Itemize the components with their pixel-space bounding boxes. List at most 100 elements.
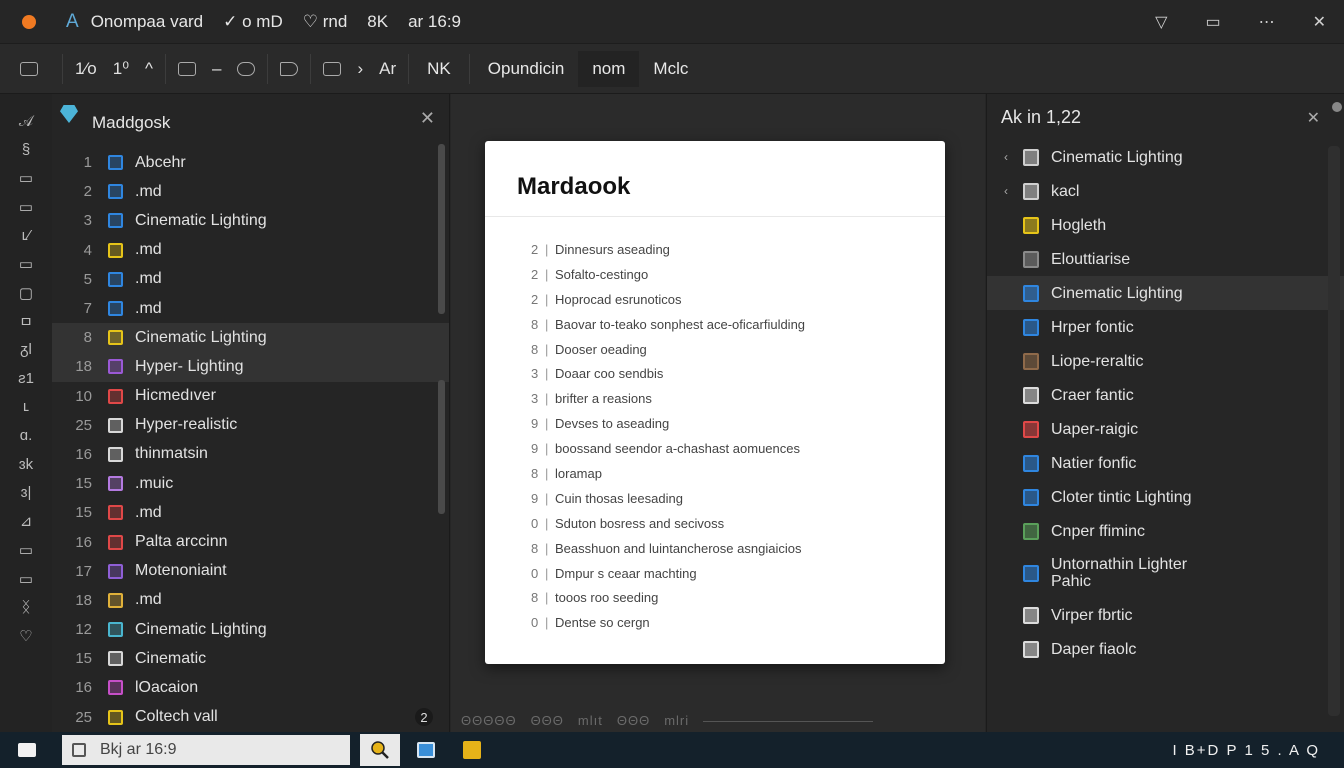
- heart-icon[interactable]: ♡: [14, 627, 38, 645]
- activity-icon[interactable]: 𝒜: [14, 112, 38, 130]
- sidebar-toggle-button[interactable]: [0, 44, 58, 94]
- file-row[interactable]: 15 .md: [52, 498, 449, 527]
- app-button[interactable]: [406, 734, 446, 766]
- shape-button[interactable]: [229, 44, 263, 94]
- outline-item[interactable]: Daper fiaolc: [987, 632, 1344, 666]
- dropdown-icon[interactable]: ▽: [1155, 12, 1167, 32]
- file-row[interactable]: 16 lOacaion: [52, 673, 449, 702]
- document-line[interactable]: 8 | Dooser oeading: [531, 337, 945, 362]
- document-page[interactable]: Mardaook 2 | Dinnesurs aseading 2 | Sofalto-c…: [485, 141, 945, 664]
- activity-icon[interactable]: ▢: [14, 284, 38, 302]
- redo-button[interactable]: 1⁰: [105, 44, 137, 94]
- start-icon[interactable]: [18, 743, 36, 757]
- close-icon[interactable]: ✕: [1313, 12, 1326, 32]
- scrollbar[interactable]: [1328, 146, 1340, 716]
- search-app-button[interactable]: [360, 734, 400, 766]
- file-row[interactable]: 16 thinmatsin: [52, 440, 449, 469]
- columns-button[interactable]: [315, 44, 349, 94]
- file-row[interactable]: 15 .muic: [52, 469, 449, 498]
- file-row[interactable]: 25 Coltech vall: [52, 703, 449, 732]
- outline-item[interactable]: Virper fbrtic: [987, 598, 1344, 632]
- outline-item[interactable]: Hogleth: [987, 208, 1344, 242]
- activity-icon[interactable]: ▭: [14, 541, 38, 559]
- file-row[interactable]: 4 .md: [52, 236, 449, 265]
- file-row[interactable]: 18 .md: [52, 586, 449, 615]
- file-row[interactable]: 17 Motenoniaint: [52, 557, 449, 586]
- outline-item[interactable]: Cloter tintic Lighting: [987, 480, 1344, 514]
- file-row[interactable]: 18 Hyper- Lighting: [52, 352, 449, 382]
- activity-icon[interactable]: ʟ⁄: [14, 226, 38, 244]
- document-line[interactable]: 2 | Hoprocad esrunoticos: [531, 287, 945, 312]
- activity-icon[interactable]: ᛝ: [14, 598, 38, 616]
- activity-icon[interactable]: ▭: [14, 255, 38, 273]
- outline-item[interactable]: Cnper ffiminc: [987, 514, 1344, 548]
- document-line[interactable]: 9 | Devses to aseading: [531, 411, 945, 436]
- file-row[interactable]: 1 Abcehr: [52, 148, 449, 177]
- file-row[interactable]: 8 Cinematic Lighting: [52, 323, 449, 353]
- activity-icon[interactable]: ᵹl: [14, 341, 38, 359]
- file-row[interactable]: 3 Cinematic Lighting: [52, 206, 449, 235]
- outline-item[interactable]: Cinematic Lighting: [987, 276, 1344, 310]
- tab-nk[interactable]: NK: [413, 51, 465, 87]
- activity-icon[interactable]: ▭: [14, 570, 38, 588]
- tab-mclc[interactable]: Mclc: [639, 51, 702, 87]
- outline-item[interactable]: Hrper fontic: [987, 310, 1344, 344]
- outline-item[interactable]: ‹ kacl: [987, 174, 1344, 208]
- activity-icon[interactable]: ▭: [14, 198, 38, 216]
- close-icon[interactable]: ✕: [1307, 108, 1320, 128]
- document-line[interactable]: 9 | Cuin thosas leesading: [531, 486, 945, 511]
- document-line[interactable]: 3 | Doaar coo sendbis: [531, 361, 945, 386]
- file-row[interactable]: 7 .md: [52, 294, 449, 323]
- document-line[interactable]: 2 | Dinnesurs aseading: [531, 237, 945, 262]
- app-button[interactable]: [452, 734, 492, 766]
- document-line[interactable]: 0 | Dentse so cergn: [531, 610, 945, 635]
- file-row[interactable]: 2 .md: [52, 177, 449, 206]
- activity-icon[interactable]: ƨ1: [14, 369, 38, 387]
- outline-item[interactable]: Natier fonfic: [987, 446, 1344, 480]
- outline-item[interactable]: Uaper-raigic: [987, 412, 1344, 446]
- frame-button[interactable]: [170, 44, 204, 94]
- outline-item[interactable]: Liope-reraltic: [987, 344, 1344, 378]
- more-icon[interactable]: ⋯: [1259, 12, 1275, 32]
- document-line[interactable]: 9 | boossand seendor a-chashast aomuences: [531, 436, 945, 461]
- maximize-icon[interactable]: ▭: [1205, 12, 1220, 32]
- scrollbar-thumb[interactable]: [438, 144, 445, 314]
- activity-icon[interactable]: ɜ|: [14, 484, 38, 502]
- document-line[interactable]: 0 | Dmpur s ceaar machting: [531, 561, 945, 586]
- tab-opundicin[interactable]: Opundicin: [474, 51, 579, 87]
- document-line[interactable]: 3 | brifter a reasions: [531, 386, 945, 411]
- activity-icon[interactable]: ▭: [14, 169, 38, 187]
- activity-icon[interactable]: ㅁ: [14, 312, 38, 331]
- outline-item[interactable]: Elouttiarise: [987, 242, 1344, 276]
- document-line[interactable]: 8 | Beasshuon and luintancherose asngiaici…: [531, 536, 945, 561]
- taskbar-search[interactable]: Bkj ar 16:9: [62, 735, 350, 765]
- document-line[interactable]: 0 | Sduton bosress and secivoss: [531, 511, 945, 536]
- file-row[interactable]: 12 Cinematic Lighting: [52, 615, 449, 644]
- minus-button[interactable]: –: [204, 44, 229, 94]
- activity-icon[interactable]: ɑ.: [14, 427, 38, 445]
- breadcrumb[interactable]: Ar: [371, 44, 404, 94]
- undo-button[interactable]: 1⁄o: [67, 44, 105, 94]
- scrollbar-thumb[interactable]: [438, 380, 445, 514]
- activity-icon[interactable]: ɜk: [14, 455, 38, 473]
- tab-nom[interactable]: nom: [578, 50, 640, 87]
- activity-icon[interactable]: ʟ: [14, 398, 38, 416]
- file-row[interactable]: 5 .md: [52, 265, 449, 294]
- document-line[interactable]: 8 | loramap: [531, 461, 945, 486]
- tag-button[interactable]: [272, 44, 306, 94]
- window-dot-icon[interactable]: [22, 14, 36, 29]
- activity-icon[interactable]: §: [14, 141, 38, 159]
- document-line[interactable]: 2 | Sofalto-cestingo: [531, 262, 945, 287]
- file-row[interactable]: 16 Palta arccinn: [52, 527, 449, 556]
- chevron-left-icon[interactable]: ‹: [995, 184, 1017, 198]
- document-line[interactable]: 8 | Baovar to-teako sonphest ace-oficarfiu…: [531, 312, 945, 337]
- file-row[interactable]: 15 Cinematic: [52, 644, 449, 673]
- caret-button[interactable]: ^: [137, 44, 161, 94]
- outline-item[interactable]: Craer fantic: [987, 378, 1344, 412]
- outline-item[interactable]: Untornathin Lighter Pahic: [987, 548, 1344, 598]
- outline-item[interactable]: ‹ Cinematic Lighting: [987, 140, 1344, 174]
- chevron-left-icon[interactable]: ‹: [995, 150, 1017, 164]
- close-icon[interactable]: ✕: [420, 108, 435, 129]
- file-row[interactable]: 25 Hyper-realistic: [52, 411, 449, 440]
- document-line[interactable]: 8 | tooos roo seeding: [531, 585, 945, 610]
